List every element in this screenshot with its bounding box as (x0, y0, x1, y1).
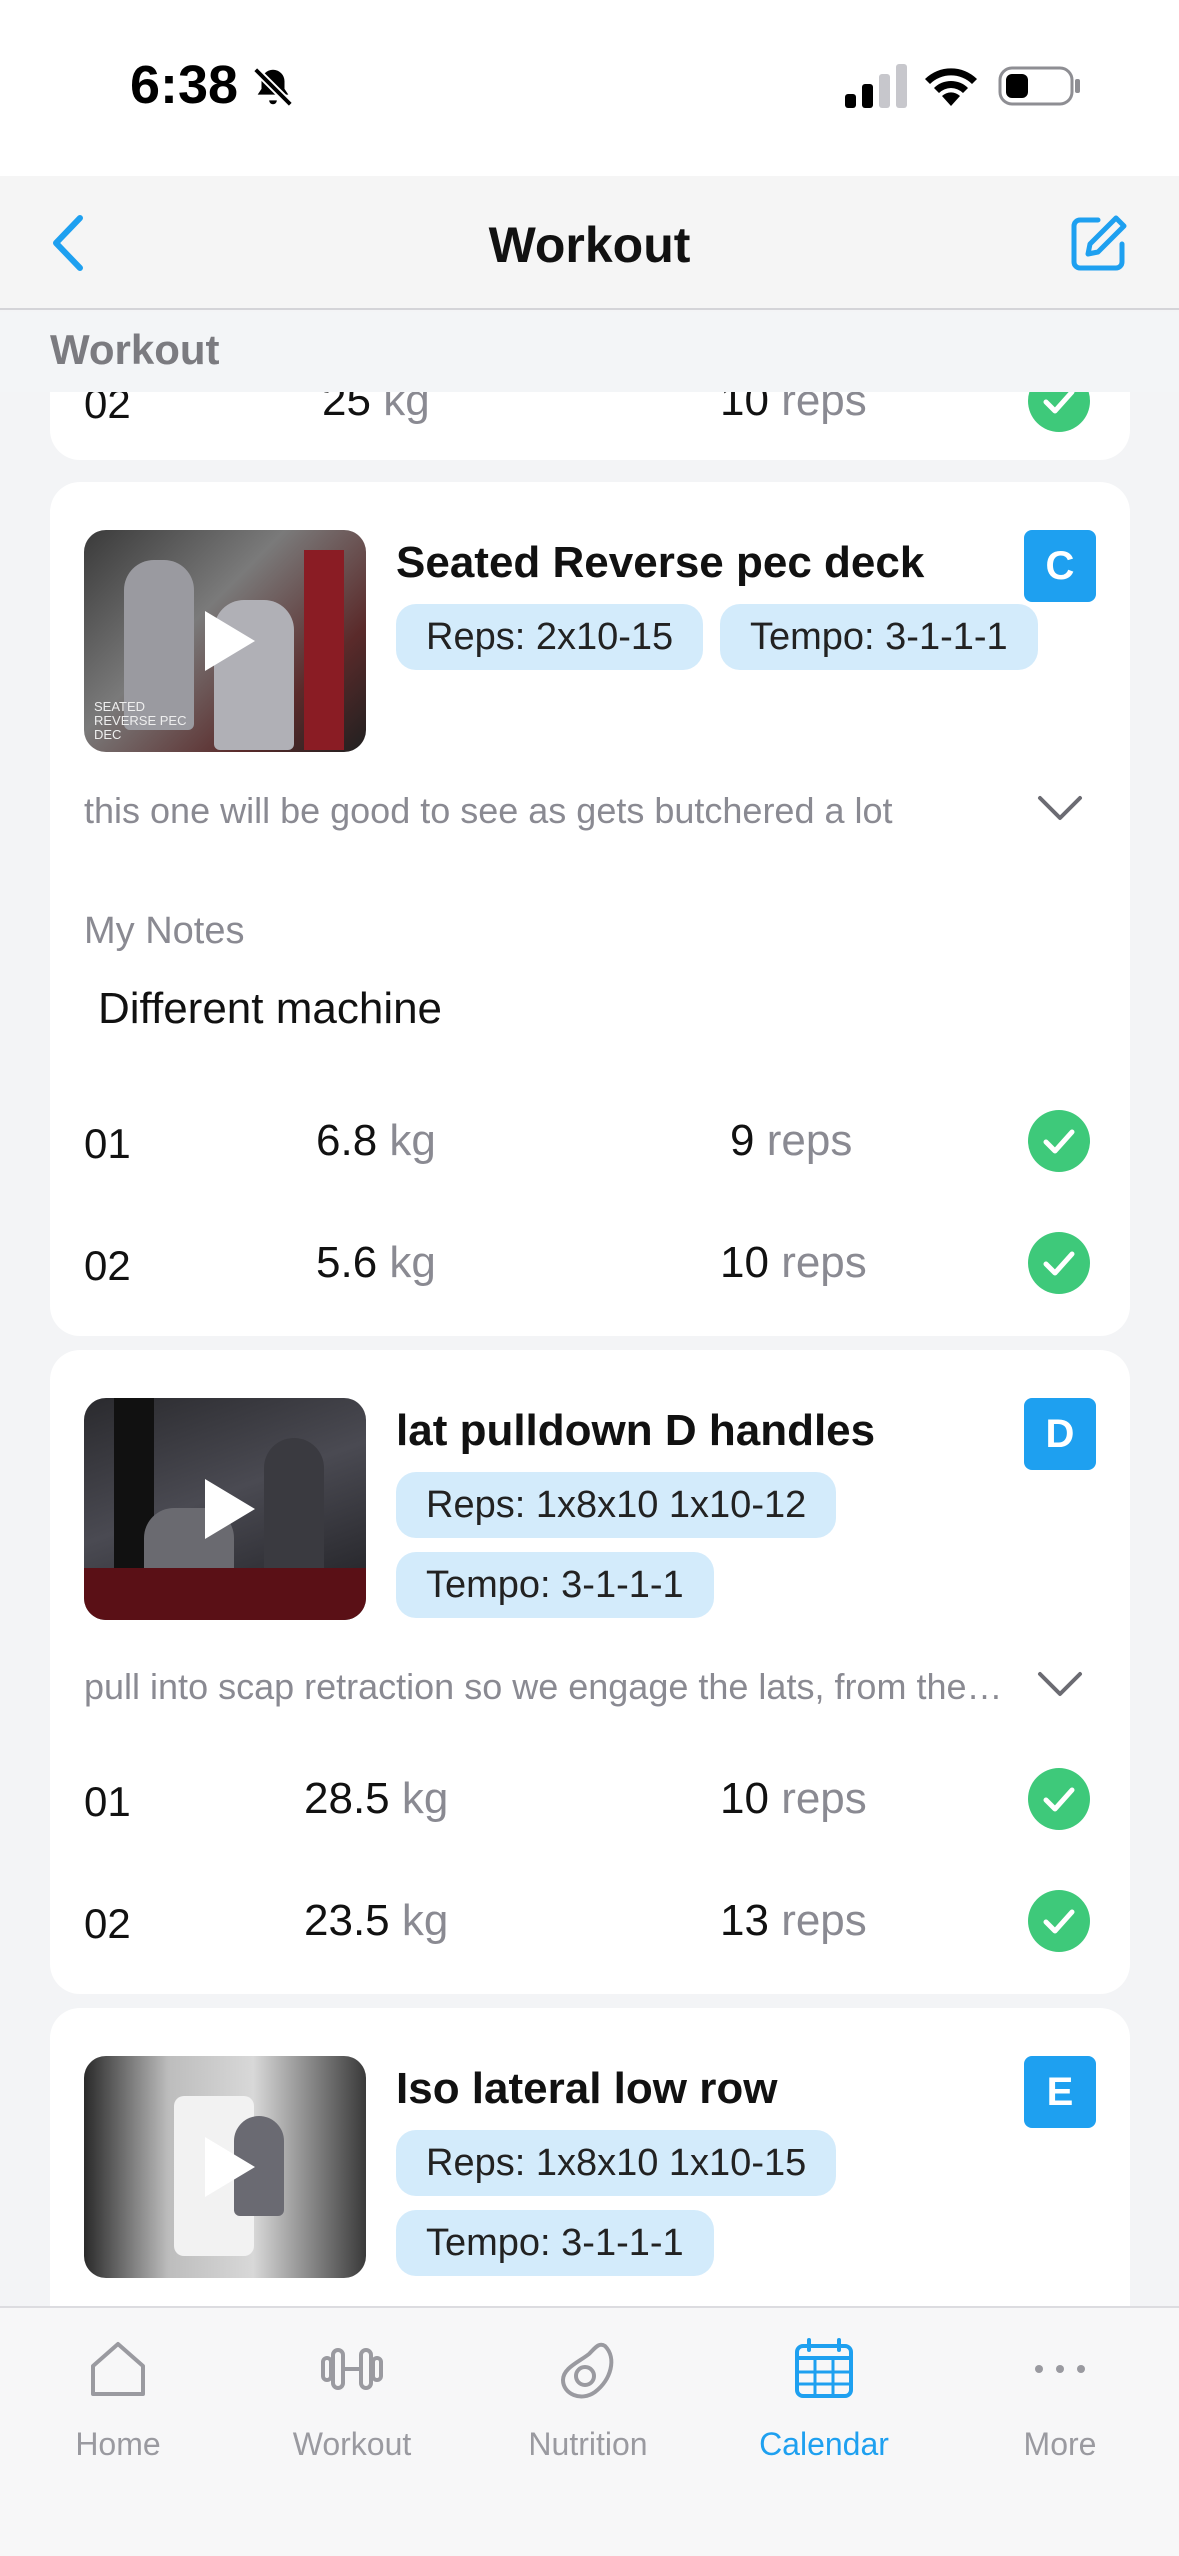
play-icon (205, 2137, 255, 2197)
tab-label: Nutrition (528, 2426, 648, 2462)
exercise-video-thumbnail[interactable] (84, 1398, 366, 1620)
set-number: 02 (84, 392, 131, 427)
check-circle-icon[interactable] (1028, 392, 1090, 432)
set-number: 01 (84, 1778, 131, 1825)
set-weight[interactable]: 25 kg (322, 392, 430, 426)
set-weight[interactable]: 6.8 kg (316, 1116, 436, 1166)
tempo-chip: Tempo: 3-1-1-1 (396, 1552, 714, 1618)
set-number: 02 (84, 1900, 131, 1947)
workout-scroll-area[interactable]: 02 25 kg 10 reps SEATED REVERSE PEC DEC … (0, 392, 1179, 2306)
status-time: 6:38 (130, 55, 239, 115)
set-reps[interactable]: 10 reps (720, 392, 867, 426)
set-weight[interactable]: 5.6 kg (316, 1238, 436, 1288)
thumbnail-caption: SEATED REVERSE PEC DEC (94, 699, 187, 742)
section-header: Workout (0, 312, 1179, 392)
exercise-card-previous: 02 25 kg 10 reps (50, 392, 1130, 460)
cellular-signal-icon (845, 64, 907, 108)
reps-chip: Reps: 1x8x10 1x10-12 (396, 1472, 837, 1538)
exercise-video-thumbnail[interactable] (84, 2056, 366, 2278)
tab-calendar[interactable]: Calendar (724, 2334, 924, 2494)
play-icon (205, 1479, 255, 1539)
set-reps[interactable]: 9 reps (730, 1116, 852, 1166)
section-title: Workout (50, 326, 220, 373)
status-bar: 6:38 (0, 0, 1179, 176)
play-icon (205, 611, 255, 671)
notes-label: My Notes (84, 910, 245, 952)
notes-text[interactable]: Different machine (98, 984, 442, 1034)
set-reps[interactable]: 10 reps (720, 1238, 867, 1288)
exercise-video-thumbnail[interactable]: SEATED REVERSE PEC DEC (84, 530, 366, 752)
tab-nutrition[interactable]: Nutrition (488, 2334, 688, 2494)
navigation-bar: Workout (0, 176, 1179, 310)
tab-label: Calendar (759, 2426, 889, 2462)
exercise-card: Iso lateral low row E Reps: 1x8x10 1x10-… (50, 2008, 1130, 2306)
exercise-title: lat pulldown D handles (396, 1406, 876, 1455)
wifi-icon (925, 68, 977, 106)
exercise-letter-badge: C (1024, 530, 1096, 602)
bell-slash-icon (253, 67, 293, 107)
page-title: Workout (488, 217, 691, 273)
more-icon (1035, 2365, 1085, 2373)
set-number: 01 (84, 1120, 131, 1167)
exercise-title: Seated Reverse pec deck (396, 538, 925, 587)
reps-chip: Reps: 2x10-15 (396, 604, 704, 670)
check-circle-icon[interactable] (1028, 1890, 1090, 1952)
set-weight[interactable]: 23.5 kg (304, 1896, 448, 1946)
chevron-down-icon[interactable] (1036, 1670, 1084, 1700)
dumbbell-icon (321, 2348, 383, 2390)
avocado-icon (561, 2342, 614, 2399)
tab-bar: Home Workout Nutrition Calendar More (0, 2306, 1179, 2556)
check-circle-icon[interactable] (1028, 1232, 1090, 1294)
calendar-icon (795, 2338, 853, 2398)
home-icon (91, 2342, 145, 2396)
edit-icon[interactable] (1068, 212, 1130, 274)
tab-workout[interactable]: Workout (252, 2334, 452, 2494)
set-reps[interactable]: 13 reps (720, 1896, 867, 1946)
tab-label: Home (75, 2426, 161, 2462)
set-reps[interactable]: 10 reps (720, 1774, 867, 1824)
exercise-card: lat pulldown D handles D Reps: 1x8x10 1x… (50, 1350, 1130, 1994)
exercise-title: Iso lateral low row (396, 2064, 778, 2113)
tempo-chip: Tempo: 3-1-1-1 (720, 604, 1038, 670)
tempo-chip: Tempo: 3-1-1-1 (396, 2210, 714, 2276)
exercise-description: pull into scap retraction so we engage t… (84, 1666, 1004, 1707)
chevron-down-icon[interactable] (1036, 794, 1084, 824)
check-circle-icon[interactable] (1028, 1110, 1090, 1172)
set-number: 02 (84, 1242, 131, 1289)
tab-more[interactable]: More (960, 2334, 1160, 2494)
exercise-letter-badge: D (1024, 1398, 1096, 1470)
exercise-description: this one will be good to see as gets but… (84, 790, 893, 831)
tab-home[interactable]: Home (18, 2334, 218, 2494)
check-circle-icon[interactable] (1028, 1768, 1090, 1830)
battery-icon (998, 66, 1080, 106)
tab-label: Workout (292, 2426, 412, 2462)
reps-chip: Reps: 1x8x10 1x10-15 (396, 2130, 837, 2196)
exercise-letter-badge: E (1024, 2056, 1096, 2128)
set-weight[interactable]: 28.5 kg (304, 1774, 448, 1824)
exercise-card: SEATED REVERSE PEC DEC Seated Reverse pe… (50, 482, 1130, 1336)
tab-label: More (1023, 2426, 1097, 2462)
